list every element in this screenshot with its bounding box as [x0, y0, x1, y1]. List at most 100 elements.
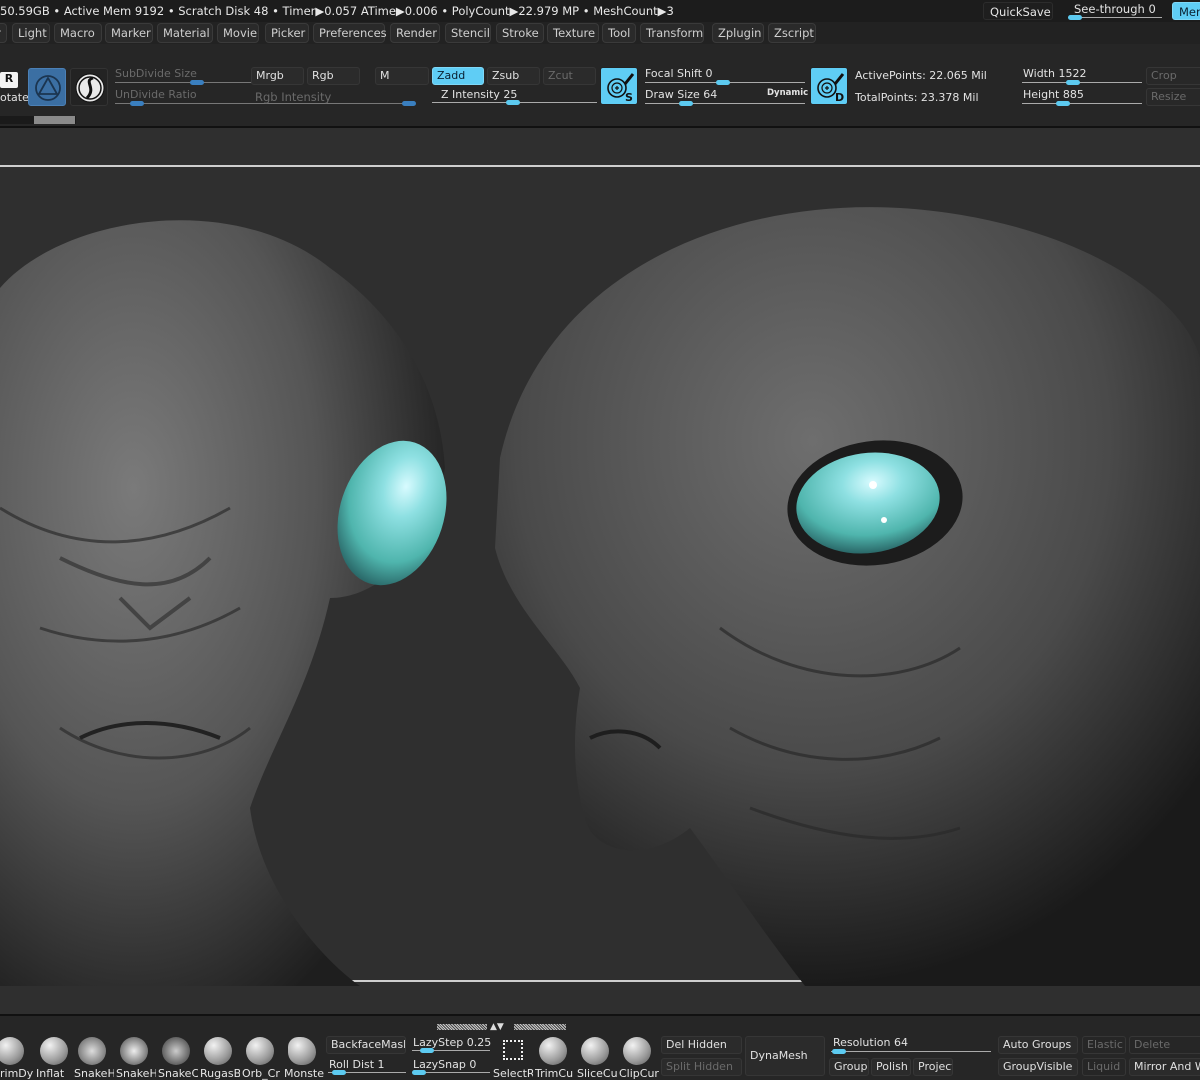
- tool-trim-curve[interactable]: TrimCu: [535, 1034, 575, 1080]
- menu-item-render[interactable]: Render: [390, 23, 440, 43]
- menu-item-preferences[interactable]: Preferences: [313, 23, 387, 43]
- height-label: Height 885: [1023, 88, 1084, 101]
- groups-button[interactable]: Groups: [829, 1058, 869, 1076]
- see-through-label: See-through 0: [1074, 2, 1156, 16]
- brush-trimdynamic[interactable]: rimDy: [0, 1034, 33, 1080]
- draw-size-slider[interactable]: [645, 103, 805, 104]
- tool-select-rect[interactable]: SelectR: [493, 1034, 533, 1080]
- eye-highlight: [869, 481, 877, 489]
- brush-d-icon: D: [817, 73, 845, 104]
- focal-shift-knob[interactable]: [716, 80, 730, 85]
- brush-snakehook-2[interactable]: SnakeH: [116, 1034, 156, 1080]
- rotate-label[interactable]: otate: [0, 91, 29, 104]
- menus-button[interactable]: Menus: [1172, 2, 1200, 20]
- subdivide-size-knob[interactable]: [190, 80, 204, 85]
- menu-item-macro[interactable]: Macro: [54, 23, 102, 43]
- height-slider[interactable]: [1022, 103, 1142, 104]
- resolution-slider[interactable]: [831, 1051, 991, 1052]
- backface-mask-button[interactable]: BackfaceMask: [326, 1036, 406, 1054]
- menu-item-r[interactable]: r: [0, 23, 7, 43]
- svg-text:D: D: [835, 91, 844, 104]
- brush-snakehook[interactable]: SnakeH: [74, 1034, 114, 1080]
- menu-item-marker[interactable]: Marker: [105, 23, 153, 43]
- height-knob[interactable]: [1056, 101, 1070, 106]
- roll-dist-knob[interactable]: [332, 1070, 346, 1075]
- group-visible-button[interactable]: GroupVisible: [998, 1058, 1078, 1076]
- brush-snakecurve[interactable]: SnakeC: [158, 1034, 198, 1080]
- resize-button[interactable]: Resize: [1146, 88, 1200, 106]
- rgb-intensity-knob[interactable]: [402, 101, 416, 106]
- sculptris-triangle-icon: [35, 75, 61, 101]
- shelf-resize-handle-right[interactable]: [514, 1024, 566, 1030]
- quicksave-button[interactable]: QuickSave: [983, 2, 1053, 20]
- mirror-and-weld-button[interactable]: Mirror And W: [1129, 1058, 1200, 1076]
- tool-slice-curve[interactable]: SliceCu: [577, 1034, 617, 1080]
- resolution-knob[interactable]: [832, 1049, 846, 1054]
- shelf-scrollbar-thumb[interactable]: [34, 116, 75, 124]
- lightbox-d-button[interactable]: D: [810, 67, 848, 105]
- zsub-button[interactable]: Zsub: [487, 67, 540, 85]
- material-sphere-button[interactable]: [70, 68, 108, 106]
- lazy-snap-knob[interactable]: [412, 1070, 426, 1075]
- shelf-toggle-arrows-icon[interactable]: ▲▼: [490, 1022, 504, 1032]
- zadd-button[interactable]: Zadd: [432, 67, 484, 85]
- menu-item-tool[interactable]: Tool: [602, 23, 636, 43]
- brush-monster[interactable]: Monste: [284, 1034, 324, 1080]
- elastic-button[interactable]: Elastic: [1082, 1036, 1126, 1054]
- menu-item-movie[interactable]: Movie: [217, 23, 259, 43]
- project-button[interactable]: Project: [913, 1058, 953, 1076]
- width-slider[interactable]: [1022, 82, 1142, 83]
- dynamic-toggle[interactable]: Dynamic: [767, 88, 808, 98]
- symmetry-sphere-icon: [75, 73, 105, 103]
- subdivide-size-label: SubDivide Size: [115, 67, 197, 80]
- width-knob[interactable]: [1066, 80, 1080, 85]
- see-through-slider[interactable]: [1068, 17, 1162, 18]
- rgb-button[interactable]: Rgb: [307, 67, 360, 85]
- polish-button[interactable]: Polish: [871, 1058, 911, 1076]
- lazy-step-knob[interactable]: [420, 1048, 434, 1053]
- select-rect-icon: [503, 1040, 523, 1060]
- del-hidden-button[interactable]: Del Hidden: [661, 1036, 742, 1054]
- m-button[interactable]: M: [375, 67, 429, 85]
- menu-item-zplugin[interactable]: Zplugin: [712, 23, 764, 43]
- liquid-button[interactable]: Liquid: [1082, 1058, 1126, 1076]
- see-through-knob[interactable]: [1068, 15, 1082, 20]
- menu-item-light[interactable]: Light: [12, 23, 50, 43]
- z-intensity-knob[interactable]: [506, 100, 520, 105]
- rugas-brush-icon: [204, 1037, 232, 1065]
- crop-button[interactable]: Crop: [1146, 67, 1200, 85]
- shelf-resize-handle-left[interactable]: [437, 1024, 487, 1030]
- sculptris-pro-button[interactable]: [28, 68, 66, 106]
- undivide-ratio-knob[interactable]: [130, 101, 144, 106]
- brush-rugasbump[interactable]: RugasB: [200, 1034, 240, 1080]
- auto-groups-button[interactable]: Auto Groups: [998, 1036, 1078, 1054]
- width-label: Width 1522: [1023, 67, 1087, 80]
- mrgb-button[interactable]: Mrgb: [251, 67, 304, 85]
- menu-item-stencil[interactable]: Stencil: [445, 23, 491, 43]
- menu-item-transform[interactable]: Transform: [640, 23, 704, 43]
- resolution-label: Resolution 64: [833, 1036, 908, 1049]
- svg-text:S: S: [625, 91, 633, 104]
- sphere-brush-icon: [0, 1037, 24, 1065]
- draw-size-knob[interactable]: [679, 101, 693, 106]
- focal-shift-label: Focal Shift 0: [645, 67, 713, 80]
- dynamesh-button[interactable]: DynaMesh: [745, 1036, 825, 1076]
- brush-inflate[interactable]: Inflat: [36, 1034, 76, 1080]
- menu-item-zscript[interactable]: Zscript: [768, 23, 816, 43]
- tool-clip-curve[interactable]: ClipCur: [619, 1034, 659, 1080]
- orb-cracks-brush-icon: [246, 1037, 274, 1065]
- menu-item-texture[interactable]: Texture: [547, 23, 599, 43]
- snakecurve-brush-icon: [162, 1037, 190, 1065]
- menu-item-material[interactable]: Material: [157, 23, 213, 43]
- lightbox-s-button[interactable]: S: [600, 67, 638, 105]
- undivide-ratio-label: UnDivide Ratio: [115, 88, 197, 101]
- zcut-button[interactable]: Zcut: [543, 67, 596, 85]
- delete-button[interactable]: Delete: [1129, 1036, 1200, 1054]
- split-hidden-button[interactable]: Split Hidden: [661, 1058, 742, 1076]
- menu-item-stroke[interactable]: Stroke: [496, 23, 544, 43]
- snakehook2-brush-icon: [120, 1037, 148, 1065]
- brush-orb-cracks[interactable]: Orb_Cr: [242, 1034, 282, 1080]
- document-canvas[interactable]: [0, 128, 1200, 1014]
- menu-item-picker[interactable]: Picker: [265, 23, 309, 43]
- total-points-readout: TotalPoints: 23.378 Mil: [855, 91, 979, 104]
